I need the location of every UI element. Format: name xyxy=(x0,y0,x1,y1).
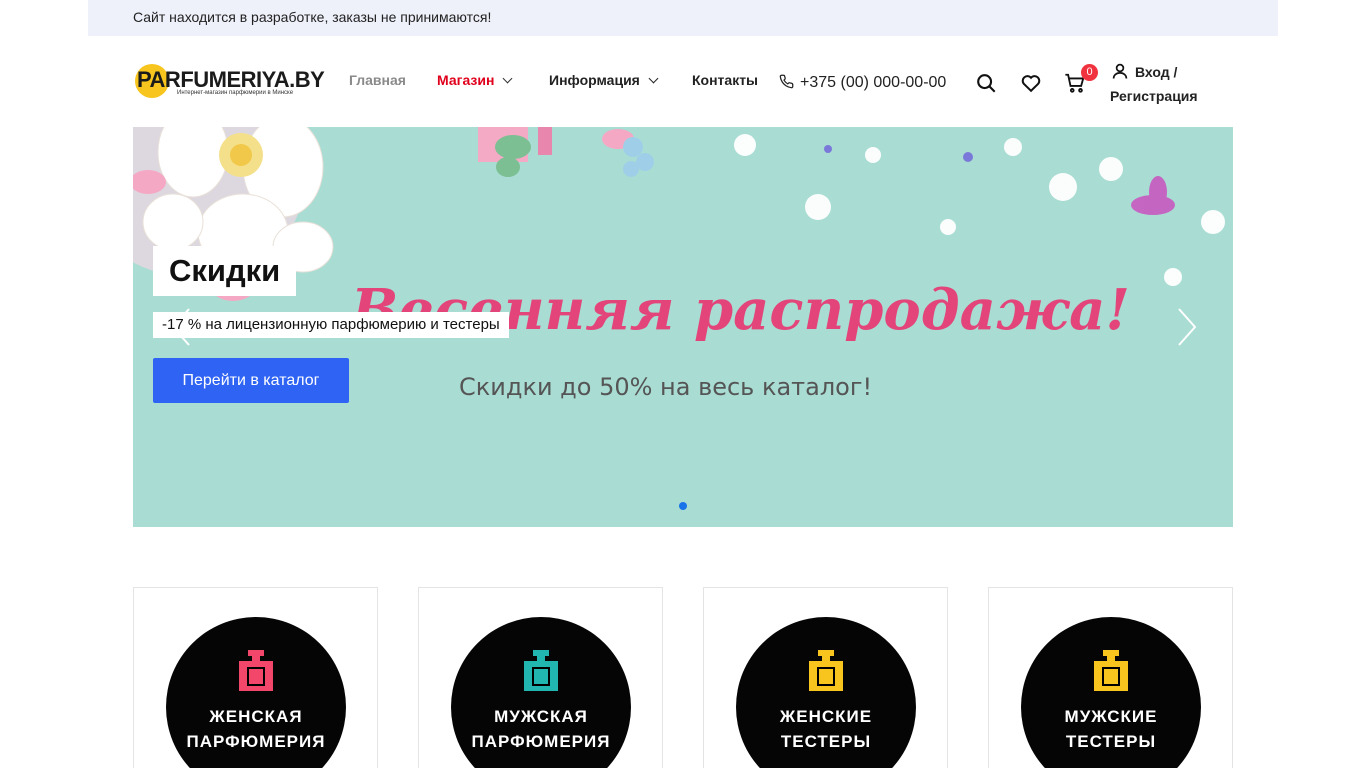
perfume-bottle-icon xyxy=(239,650,273,691)
category-badge: ЖЕНСКАЯ ПАРФЮМЕРИЯ xyxy=(166,617,346,768)
site-logo[interactable]: PARFUMERIYA.BY Интернет-магазин парфюмер… xyxy=(135,63,325,99)
perfume-bottle-icon xyxy=(524,650,558,691)
category-label: ЖЕНСКИЕ ТЕСТЕРЫ xyxy=(736,704,916,754)
login-link[interactable]: Вход / Регистрация xyxy=(1110,60,1220,108)
hero-slider: Весенняя распродажа! Скидки до 50% на ве… xyxy=(133,127,1233,527)
perfume-bottle-icon xyxy=(1094,650,1128,691)
nav-shop-label: Магазин xyxy=(437,72,495,88)
cart-count-badge: 0 xyxy=(1081,64,1098,81)
nav-info-label: Информация xyxy=(549,72,640,88)
phone-link[interactable]: +375 (00) 000-00-00 xyxy=(779,74,946,92)
nav-home-label: Главная xyxy=(349,72,406,88)
hero-image-subline: Скидки до 50% на весь каталог! xyxy=(459,373,873,401)
category-label: МУЖСКИЕ ТЕСТЕРЫ xyxy=(1021,704,1201,754)
slide-title: Скидки xyxy=(153,246,297,296)
category-label: ЖЕНСКАЯ ПАРФЮМЕРИЯ xyxy=(166,704,346,754)
slider-next-button[interactable] xyxy=(1175,307,1199,347)
logo-tagline: Интернет-магазин парфюмерии в Минске xyxy=(177,90,294,96)
chevron-down-icon xyxy=(502,73,513,84)
category-label-line2: ПАРФЮМЕРИЯ xyxy=(186,732,326,751)
search-icon xyxy=(977,74,996,93)
category-card-women-testers[interactable]: ЖЕНСКИЕ ТЕСТЕРЫ xyxy=(703,587,948,768)
category-label: МУЖСКАЯ ПАРФЮМЕРИЯ xyxy=(451,704,631,754)
announcement-text: Сайт находится в разработке, заказы не п… xyxy=(133,9,492,25)
category-card-men-perfume[interactable]: МУЖСКАЯ ПАРФЮМЕРИЯ xyxy=(418,587,663,768)
nav-home[interactable]: Главная xyxy=(349,72,406,88)
search-button[interactable] xyxy=(975,72,997,94)
category-label-line1: ЖЕНСКИЕ xyxy=(779,707,873,726)
user-icon xyxy=(1112,63,1128,79)
category-badge: МУЖСКАЯ ПАРФЮМЕРИЯ xyxy=(451,617,631,768)
phone-number: +375 (00) 000-00-00 xyxy=(800,74,947,91)
heart-icon xyxy=(1021,75,1041,93)
category-badge: ЖЕНСКИЕ ТЕСТЕРЫ xyxy=(736,617,916,768)
slider-dot-active[interactable] xyxy=(679,502,687,510)
category-label-line1: ЖЕНСКАЯ xyxy=(209,707,303,726)
wishlist-button[interactable] xyxy=(1020,72,1042,94)
nav-info[interactable]: Информация xyxy=(549,72,659,88)
login-label-1: Вход / xyxy=(1135,64,1178,80)
catalog-button[interactable]: Перейти в каталог xyxy=(153,358,349,403)
category-label-line2: ТЕСТЕРЫ xyxy=(780,732,872,751)
slide-description: -17 % на лицензионную парфюмерию и тесте… xyxy=(153,312,509,338)
category-badge: МУЖСКИЕ ТЕСТЕРЫ xyxy=(1021,617,1201,768)
category-card-women-perfume[interactable]: ЖЕНСКАЯ ПАРФЮМЕРИЯ xyxy=(133,587,378,768)
login-label-2: Регистрация xyxy=(1110,88,1198,104)
category-card-men-testers[interactable]: МУЖСКИЕ ТЕСТЕРЫ xyxy=(988,587,1233,768)
site-header: PARFUMERIYA.BY Интернет-магазин парфюмер… xyxy=(0,36,1366,127)
category-label-line1: МУЖСКАЯ xyxy=(494,707,588,726)
nav-shop[interactable]: Магазин xyxy=(437,72,513,88)
chevron-down-icon xyxy=(648,73,659,84)
category-label-line2: ПАРФЮМЕРИЯ xyxy=(471,732,611,751)
nav-contacts-label: Контакты xyxy=(692,72,759,88)
phone-icon xyxy=(779,74,794,89)
announcement-bar: Сайт находится в разработке, заказы не п… xyxy=(88,0,1278,36)
nav-contacts[interactable]: Контакты xyxy=(692,72,758,88)
category-label-line1: МУЖСКИЕ xyxy=(1064,707,1158,726)
chevron-right-icon xyxy=(1178,308,1197,346)
category-label-line2: ТЕСТЕРЫ xyxy=(1065,732,1157,751)
perfume-bottle-icon xyxy=(809,650,843,691)
